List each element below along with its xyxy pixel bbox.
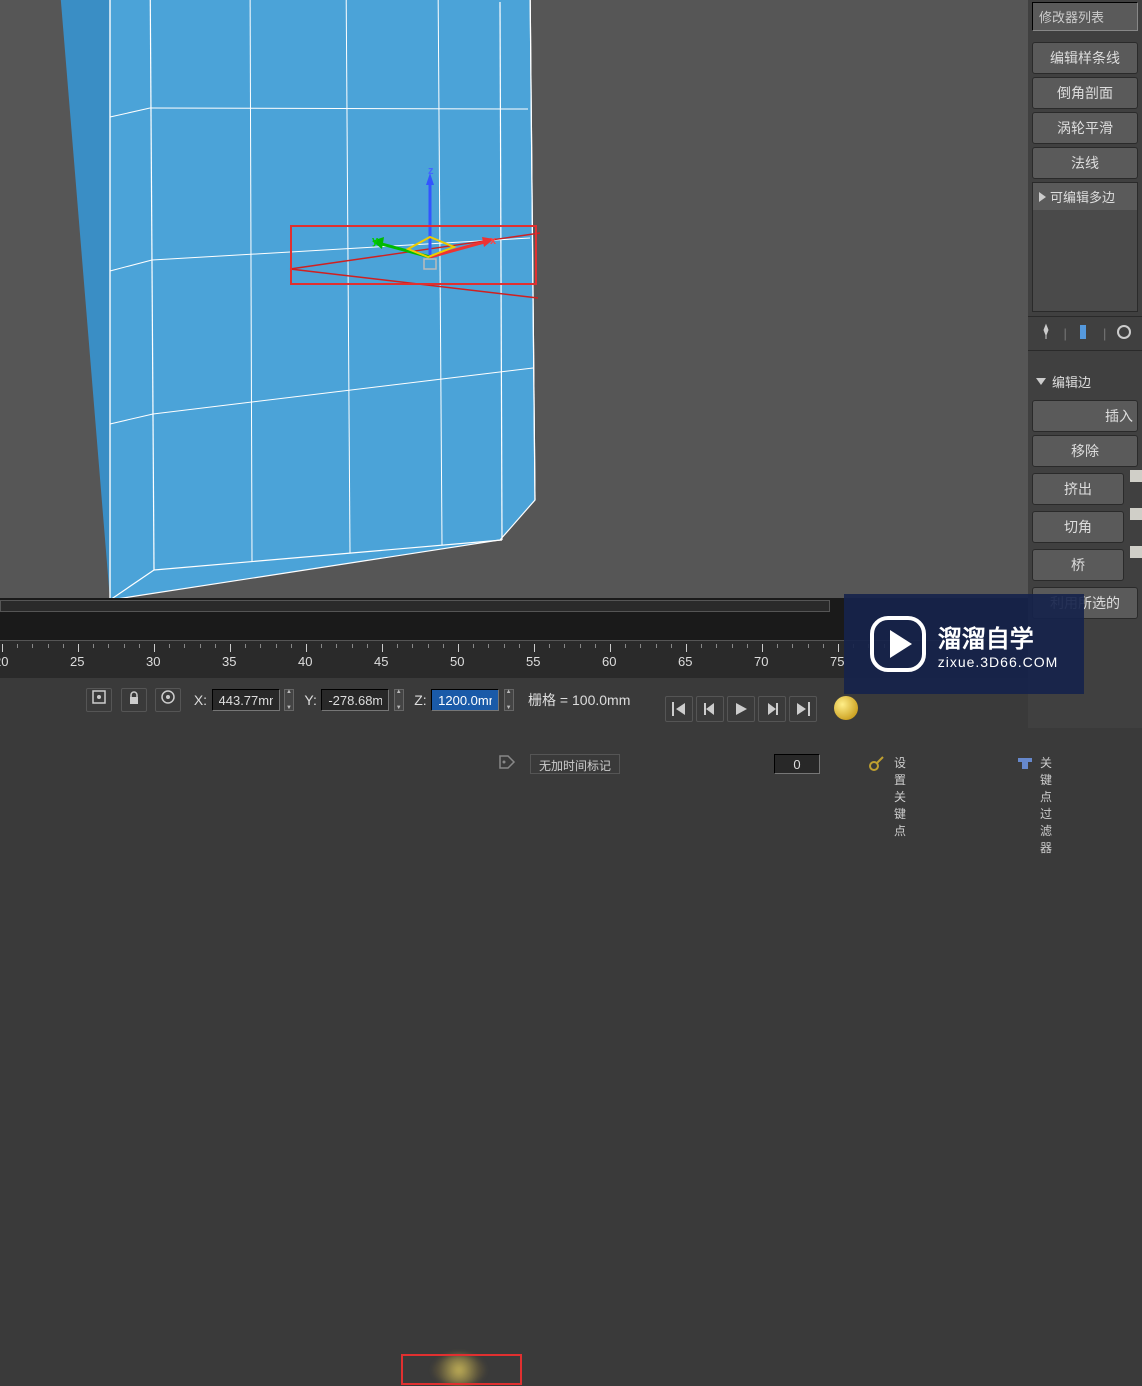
stack-item-label: 可编辑多边 [1050, 187, 1115, 206]
insert-vertex-button[interactable]: 插入 [1032, 400, 1138, 432]
time-config-icon[interactable] [834, 696, 858, 720]
stack-item-editable-poly[interactable]: 可编辑多边 [1033, 183, 1137, 210]
frame-number-input[interactable] [774, 754, 820, 774]
timeline-tick-label: 65 [678, 654, 692, 669]
timeline-tick-label: 70 [754, 654, 768, 669]
transform-type-icon[interactable] [155, 688, 181, 712]
watermark-subtitle: zixue.3D66.COM [938, 654, 1059, 670]
y-spinner[interactable] [394, 689, 404, 711]
set-key-button[interactable]: 设置关键点 [894, 754, 906, 839]
x-label: X: [194, 692, 207, 708]
modifier-normal[interactable]: 法线 [1032, 147, 1138, 179]
y-input[interactable] [321, 689, 389, 711]
bridge-settings-button[interactable] [1130, 546, 1142, 558]
show-end-result-icon[interactable] [1076, 323, 1094, 344]
viewport-3d[interactable]: x y z [0, 0, 1028, 642]
extrude-button[interactable]: 挤出 [1032, 473, 1124, 505]
goto-end-button[interactable] [789, 696, 817, 722]
timeline-tick-label: 75 [830, 654, 844, 669]
box-geometry [60, 0, 540, 605]
timeline-tick-label: 50 [450, 654, 464, 669]
modifier-list-label: 修改器列表 [1032, 2, 1138, 31]
rollout-arrow-icon [1036, 378, 1046, 385]
lock-icon[interactable] [121, 688, 147, 712]
z-spinner[interactable] [504, 689, 514, 711]
z-highlight-glow [433, 1354, 485, 1386]
make-unique-icon[interactable] [1115, 323, 1133, 344]
viewport-scrollbar[interactable] [0, 600, 830, 612]
timeline-tick-label: 55 [526, 654, 540, 669]
extrude-settings-button[interactable] [1130, 470, 1142, 482]
z-label: Z: [414, 692, 426, 708]
next-frame-button[interactable] [758, 696, 786, 722]
watermark-play-icon [870, 616, 926, 672]
filter-icon[interactable] [1016, 754, 1038, 774]
x-spinner[interactable] [284, 689, 294, 711]
modifier-edit-spline[interactable]: 编辑样条线 [1032, 42, 1138, 74]
gizmo-z-label: z [428, 165, 434, 177]
prev-frame-button[interactable] [696, 696, 724, 722]
timeline-tick-label: 40 [298, 654, 312, 669]
edit-edges-rollout[interactable]: 编辑边 [1028, 366, 1142, 397]
chamfer-settings-button[interactable] [1130, 508, 1142, 520]
tag-icon[interactable] [498, 754, 520, 774]
timeline-tick-label: 60 [602, 654, 616, 669]
selection-lock-icon[interactable] [86, 688, 112, 712]
watermark-logo: 溜溜自学 zixue.3D66.COM [844, 594, 1084, 694]
pin-icon[interactable] [1037, 323, 1055, 344]
timeline-tick-label: 35 [222, 654, 236, 669]
timeline-tick-label: 45 [374, 654, 388, 669]
auto-key-button[interactable]: 无加时间标记 [530, 754, 620, 774]
expand-arrow-icon[interactable] [1039, 192, 1046, 202]
timeline-tick-label: 25 [70, 654, 84, 669]
timeline-tick-label: 20 [0, 654, 8, 669]
timeline-tick-label: 30 [146, 654, 160, 669]
selection-highlight [290, 225, 537, 285]
rollout-title: 编辑边 [1052, 372, 1091, 391]
modifier-turbosmooth[interactable]: 涡轮平滑 [1032, 112, 1138, 144]
x-input[interactable] [212, 689, 280, 711]
play-button[interactable] [727, 696, 755, 722]
grid-label: 栅格 = 100.0mm [528, 690, 630, 710]
watermark-title: 溜溜自学 [938, 619, 1059, 654]
modifier-bevel-profile[interactable]: 倒角剖面 [1032, 77, 1138, 109]
z-highlight-border [401, 1354, 522, 1385]
y-label: Y: [304, 692, 316, 708]
remove-button[interactable]: 移除 [1032, 435, 1138, 467]
bridge-button[interactable]: 桥 [1032, 549, 1124, 581]
modifier-stack[interactable]: 可编辑多边 [1032, 182, 1138, 312]
goto-start-button[interactable] [665, 696, 693, 722]
chamfer-button[interactable]: 切角 [1032, 511, 1124, 543]
playback-controls [665, 696, 817, 722]
key-icon[interactable] [868, 754, 890, 774]
stack-toolbar: | | [1028, 316, 1142, 351]
z-input[interactable] [431, 689, 499, 711]
key-filter-button[interactable]: 关键点过滤器 [1040, 754, 1052, 856]
